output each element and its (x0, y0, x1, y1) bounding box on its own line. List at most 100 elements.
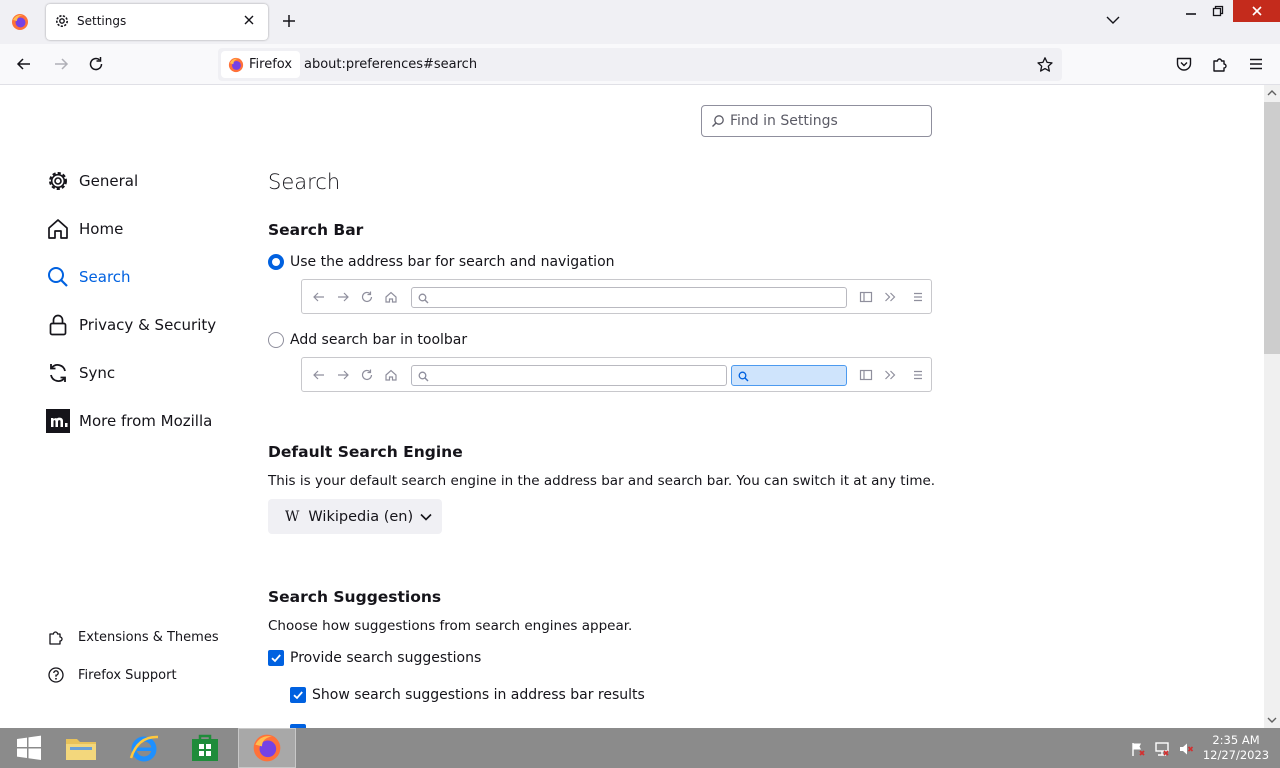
checkmark-icon (293, 691, 303, 700)
search-icon (418, 293, 429, 304)
forward-arrow-icon (52, 55, 70, 73)
identity-box[interactable]: Firefox (221, 51, 301, 78)
search-icon (418, 371, 429, 382)
volume-muted-icon[interactable] (1178, 741, 1194, 757)
url-text[interactable]: about:preferences#search (304, 57, 477, 72)
home-icon (384, 290, 398, 304)
preview-urlbar (411, 365, 727, 386)
scroll-down-arrow-icon (1267, 717, 1277, 723)
search-bar-heading: Search Bar (268, 221, 364, 239)
clock-time: 2:35 AM (1212, 733, 1260, 747)
radio-use-address-bar-label[interactable]: Use the address bar for search and navig… (290, 254, 615, 270)
reload-icon (360, 290, 374, 304)
internet-explorer-icon (129, 735, 159, 762)
radio-use-address-bar[interactable] (268, 254, 284, 270)
provide-suggestions-label[interactable]: Provide search suggestions (290, 650, 481, 666)
system-clock[interactable]: 2:35 AM 12/27/2023 (1200, 733, 1272, 763)
tab-strip: Settings (0, 0, 1280, 44)
address-bar[interactable]: Firefox about:preferences#search (218, 48, 1062, 81)
back-arrow-icon (312, 368, 326, 382)
category-privacy-security[interactable]: Privacy & Security (45, 310, 216, 340)
home-icon (384, 368, 398, 382)
sidebar-icon (859, 368, 873, 382)
mozilla-icon (45, 408, 71, 434)
store-icon (192, 734, 218, 761)
category-more-from-mozilla[interactable]: More from Mozilla (45, 406, 212, 436)
firefox-support-label: Firefox Support (78, 667, 177, 683)
search-icon (738, 371, 749, 382)
suggestions-description: Choose how suggestions from search engin… (268, 618, 633, 634)
find-in-settings-input[interactable] (730, 111, 925, 131)
puzzle-icon (47, 628, 65, 646)
default-engine-heading: Default Search Engine (268, 443, 463, 461)
page-title: Search (268, 170, 341, 194)
folder-icon (66, 739, 96, 760)
firefox-support-link[interactable]: Firefox Support (47, 666, 177, 684)
category-search[interactable]: Search (45, 262, 131, 292)
window-close-button[interactable] (1233, 0, 1280, 22)
bookmark-star-icon[interactable] (1036, 56, 1054, 74)
category-label: Search (79, 268, 131, 286)
tab-title: Settings (77, 14, 127, 28)
sync-icon (45, 360, 71, 386)
category-general[interactable]: General (45, 166, 138, 196)
home-icon (45, 216, 71, 242)
radio-add-search-bar-label[interactable]: Add search bar in toolbar (290, 332, 467, 348)
overflow-chevrons-icon (883, 368, 897, 382)
provide-suggestions-checkbox[interactable] (268, 650, 284, 666)
show-in-address-bar-checkbox[interactable] (290, 687, 306, 703)
firefox-logo-icon[interactable] (11, 13, 29, 31)
lock-icon (45, 312, 71, 338)
identity-label: Firefox (249, 57, 293, 72)
file-explorer-button[interactable] (52, 728, 110, 768)
category-sync[interactable]: Sync (45, 358, 115, 388)
store-button[interactable] (176, 728, 234, 768)
default-engine-description: This is your default search engine in th… (268, 473, 936, 489)
pocket-icon[interactable] (1175, 55, 1193, 73)
suggestions-heading: Search Suggestions (268, 588, 442, 606)
firefox-logo-icon (253, 734, 281, 762)
extensions-puzzle-icon[interactable] (1211, 55, 1229, 73)
network-icon[interactable] (1154, 741, 1170, 757)
hamburger-menu-icon[interactable] (1247, 55, 1265, 73)
default-engine-dropdown[interactable]: W Wikipedia (en) (268, 499, 442, 534)
gear-icon (54, 13, 70, 29)
new-tab-button[interactable] (280, 12, 298, 30)
category-label: General (79, 172, 139, 190)
search-icon (45, 264, 71, 290)
reload-icon[interactable] (87, 55, 105, 73)
checkmark-icon (271, 654, 281, 663)
extensions-themes-label: Extensions & Themes (78, 629, 219, 645)
action-center-flag-icon[interactable] (1130, 741, 1146, 757)
firefox-taskbar-button[interactable] (238, 728, 296, 768)
start-button[interactable] (0, 728, 58, 768)
default-engine-value: Wikipedia (en) (308, 508, 414, 525)
extensions-themes-link[interactable]: Extensions & Themes (47, 628, 219, 646)
internet-explorer-button[interactable] (115, 728, 173, 768)
search-icon (711, 114, 725, 128)
help-icon (47, 666, 65, 684)
back-arrow-icon[interactable] (15, 55, 33, 73)
firefox-logo-icon (228, 57, 244, 73)
overflow-chevrons-icon (883, 290, 897, 304)
preview-urlbar (411, 287, 847, 308)
forward-arrow-icon (336, 290, 350, 304)
radio-add-search-bar[interactable] (268, 332, 284, 348)
hamburger-menu-icon (911, 368, 925, 382)
category-label: Home (79, 220, 124, 238)
preview-searchbar (731, 365, 847, 386)
forward-arrow-icon (336, 368, 350, 382)
clock-date: 12/27/2023 (1202, 748, 1270, 762)
category-home[interactable]: Home (45, 214, 123, 244)
navigation-toolbar: Firefox about:preferences#search (0, 44, 1280, 85)
tab-settings[interactable]: Settings (46, 4, 268, 40)
scroll-thumb[interactable] (1264, 102, 1280, 354)
find-in-settings[interactable] (701, 105, 932, 137)
show-in-address-bar-label[interactable]: Show search suggestions in address bar r… (312, 687, 645, 703)
list-all-tabs-chevron-icon[interactable] (1104, 14, 1122, 26)
hamburger-menu-icon (911, 290, 925, 304)
back-arrow-icon (312, 290, 326, 304)
chevron-down-icon (419, 512, 433, 522)
wikipedia-icon: W (285, 508, 300, 525)
close-tab-icon[interactable] (243, 14, 255, 26)
